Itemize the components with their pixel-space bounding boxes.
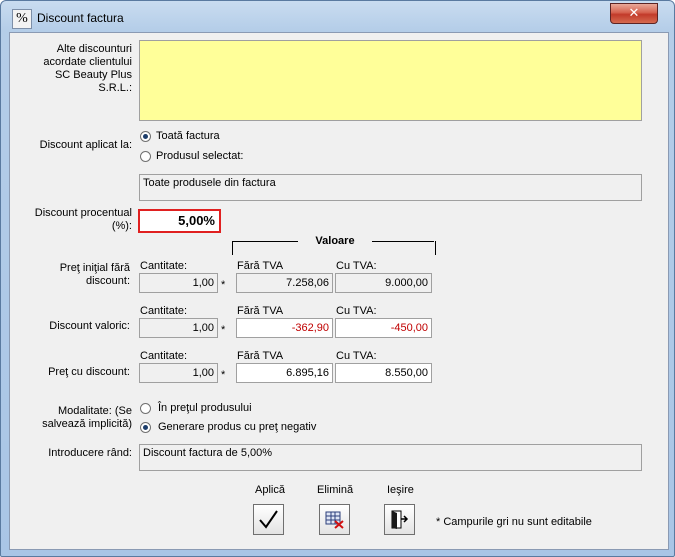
alte-discounturi-field[interactable] <box>139 40 642 121</box>
dialog-body: Alte discounturi acordate clientului SC … <box>9 32 669 550</box>
aplica-label: Aplică <box>255 484 285 496</box>
radio-generare-produs[interactable] <box>140 422 151 433</box>
discount-window: % Discount factura ✕ Alte discounturi ac… <box>0 0 675 557</box>
valoare-line-left <box>232 241 298 242</box>
cu-tva-field-3[interactable]: 8.550,00 <box>335 363 432 383</box>
multiply-star-2: * <box>221 324 226 336</box>
valoare-line-right <box>372 241 434 242</box>
delete-row-icon <box>325 511 344 529</box>
exit-door-icon <box>391 510 409 529</box>
checkmark-icon <box>259 510 278 529</box>
discount-valoric-label: Discount valoric: <box>49 320 130 332</box>
radio-in-pretul-produsului-label[interactable]: În preţul produsului <box>158 402 252 415</box>
cu-tva-label-1: Cu TVA: <box>336 260 377 272</box>
fara-tva-field-3[interactable]: 6.895,16 <box>236 363 333 383</box>
aplica-button[interactable] <box>253 504 284 535</box>
title-bar[interactable]: % Discount factura ✕ <box>1 1 674 33</box>
cu-tva-label-3: Cu TVA: <box>336 350 377 362</box>
cu-tva-field-2[interactable]: -450,00 <box>335 318 432 338</box>
radio-toata-factura-label[interactable]: Toată factura <box>156 130 220 143</box>
multiply-star-1: * <box>221 279 226 291</box>
note-text: * Campurile gri nu sunt editabile <box>436 516 592 528</box>
fara-tva-label-1: Fără TVA <box>237 260 284 272</box>
cantitate-label-1: Cantitate: <box>140 260 188 272</box>
discount-procentual-input[interactable]: 5,00% <box>138 209 221 233</box>
cantitate-label-3: Cantitate: <box>140 350 188 362</box>
cu-tva-label-2: Cu TVA: <box>336 305 377 317</box>
iesire-button[interactable] <box>384 504 415 535</box>
fara-tva-label-2: Fără TVA <box>237 305 284 317</box>
radio-produsul-selectat-label[interactable]: Produsul selectat: <box>156 150 243 163</box>
iesire-label: Ieşire <box>387 484 414 496</box>
radio-produsul-selectat[interactable] <box>140 151 151 162</box>
elimina-label: Elimină <box>317 484 354 496</box>
close-button[interactable]: ✕ <box>610 3 658 24</box>
produs-selectat-field: Toate produsele din factura <box>139 174 642 201</box>
cantitate-field-3: 1,00 <box>139 363 218 383</box>
fara-tva-label-3: Fără TVA <box>237 350 284 362</box>
alte-discounturi-label: Alte discounturi acordate clientului SC … <box>43 43 132 94</box>
fara-tva-field-2[interactable]: -362,90 <box>236 318 333 338</box>
discount-aplicat-label: Discount aplicat la: <box>39 139 132 151</box>
introducere-rand-label: Introducere rând: <box>48 447 132 459</box>
cu-tva-field-1: 9.000,00 <box>335 273 432 293</box>
radio-in-pretul-produsului[interactable] <box>140 403 151 414</box>
percent-icon: % <box>12 9 32 29</box>
radio-toata-factura[interactable] <box>140 131 151 142</box>
window-title: Discount factura <box>37 11 124 25</box>
pret-cu-discount-label: Preţ cu discount: <box>48 366 130 378</box>
fara-tva-field-1: 7.258,06 <box>236 273 333 293</box>
discount-procentual-label: Discount procentual (%): <box>34 207 132 232</box>
radio-generare-produs-label[interactable]: Generare produs cu preţ negativ <box>158 421 316 434</box>
pret-initial-label: Preţ iniţial fără discount: <box>59 262 130 287</box>
introducere-rand-field: Discount factura de 5,00% <box>139 444 642 471</box>
cantitate-field-1: 1,00 <box>139 273 218 293</box>
valoare-header: Valoare <box>315 235 355 247</box>
cantitate-field-2: 1,00 <box>139 318 218 338</box>
multiply-star-3: * <box>221 369 226 381</box>
modalitate-label: Modalitate: (Se salvează implicită) <box>42 405 132 430</box>
cantitate-label-2: Cantitate: <box>140 305 188 317</box>
elimina-button[interactable] <box>319 504 350 535</box>
